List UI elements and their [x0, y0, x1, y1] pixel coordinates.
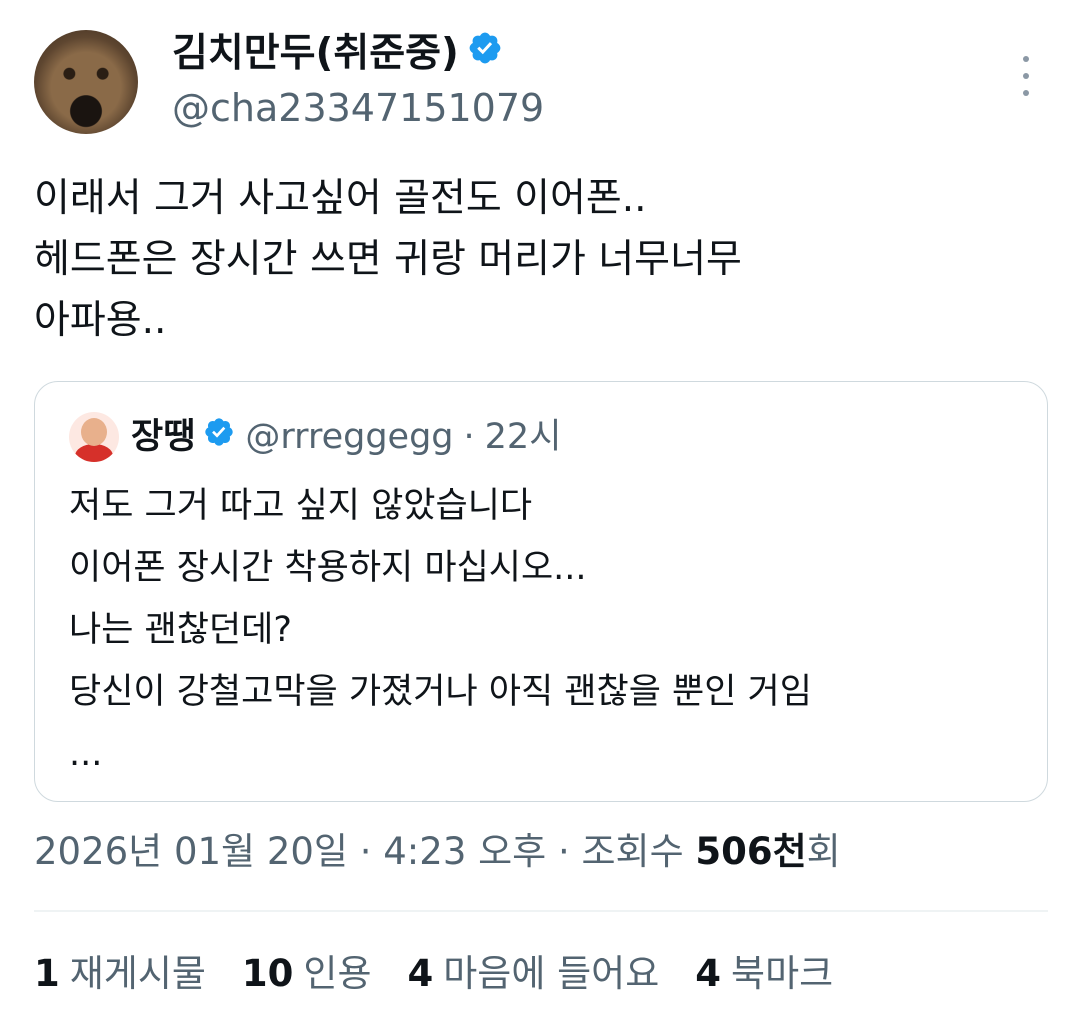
tweet-time[interactable]: 4:23 오후 — [383, 830, 546, 873]
quoted-line: 당신이 강철고막을 가졌거나 아직 괜찮을 뿐인 거임 — [69, 672, 812, 712]
tweet-line: 아파용.. — [34, 298, 167, 343]
quotes-label: 인용 — [303, 952, 372, 995]
tweet-date[interactable]: 2026년 01월 20일 — [34, 830, 348, 873]
quoted-author-name[interactable]: 장땡 — [131, 412, 195, 462]
quoted-author-header: 장땡 @rrreggegg · 22시 — [131, 412, 561, 462]
author-display-name[interactable]: 김치만두(취준중) — [172, 26, 503, 82]
views-suffix: 회 — [806, 830, 841, 873]
bookmarks-count: 4 — [695, 952, 722, 995]
author-name-text[interactable]: 김치만두(취준중) — [172, 26, 459, 82]
likes-stat[interactable]: 4 마음에 들어요 — [408, 946, 660, 1002]
more-options-icon[interactable] — [1014, 56, 1038, 96]
tweet-meta: 2026년 01월 20일 · 4:23 오후 · 조회수 506천회 — [34, 824, 841, 880]
reposts-label: 재게시물 — [69, 952, 206, 995]
tweet-line: 헤드폰은 장시간 쓰면 귀랑 머리가 너무너무 — [34, 237, 742, 282]
quoted-tweet-text: 저도 그거 따고 싶지 않았습니다 이어폰 장시간 착용하지 마십시오... 나… — [69, 475, 812, 785]
author-avatar[interactable] — [34, 30, 138, 134]
quoted-author-avatar[interactable] — [69, 412, 119, 462]
tweet-text: 이래서 그거 사고싶어 골전도 이어폰.. 헤드폰은 장시간 쓰면 귀랑 머리가… — [34, 168, 742, 351]
verified-badge-icon — [467, 26, 503, 82]
separator: · — [463, 417, 475, 457]
quoted-author-handle[interactable]: @rrreggegg — [245, 412, 453, 462]
quotes-count: 10 — [241, 952, 294, 995]
reposts-stat[interactable]: 1 재게시물 — [34, 946, 206, 1002]
quoted-tweet-card[interactable]: 장땡 @rrreggegg · 22시 저도 그거 따고 싶지 않았습니다 이어… — [34, 381, 1048, 802]
separator: · — [359, 830, 372, 873]
quoted-timestamp[interactable]: 22시 — [485, 412, 562, 462]
divider — [34, 910, 1048, 912]
quoted-line: 나는 괜찮던데? — [69, 610, 292, 650]
views-label: 조회수 — [581, 830, 684, 873]
reposts-count: 1 — [34, 952, 60, 995]
bookmarks-stat[interactable]: 4 북마크 — [695, 946, 833, 1002]
verified-badge-icon — [203, 412, 235, 462]
author-handle[interactable]: @cha23347151079 — [172, 82, 544, 134]
likes-label: 마음에 들어요 — [443, 952, 660, 995]
quoted-line: 이어폰 장시간 착용하지 마십시오... — [69, 548, 587, 588]
quoted-line: 저도 그거 따고 싶지 않았습니다 — [69, 486, 533, 526]
engagement-stats: 1 재게시물 10 인용 4 마음에 들어요 4 북마크 — [34, 946, 869, 1002]
bookmarks-label: 북마크 — [731, 952, 834, 995]
quoted-line: ... — [69, 734, 103, 774]
separator: · — [557, 830, 570, 873]
tweet-line: 이래서 그거 사고싶어 골전도 이어폰.. — [34, 176, 647, 221]
views-count: 506천 — [695, 830, 807, 873]
quotes-stat[interactable]: 10 인용 — [242, 946, 372, 1002]
likes-count: 4 — [407, 952, 434, 995]
